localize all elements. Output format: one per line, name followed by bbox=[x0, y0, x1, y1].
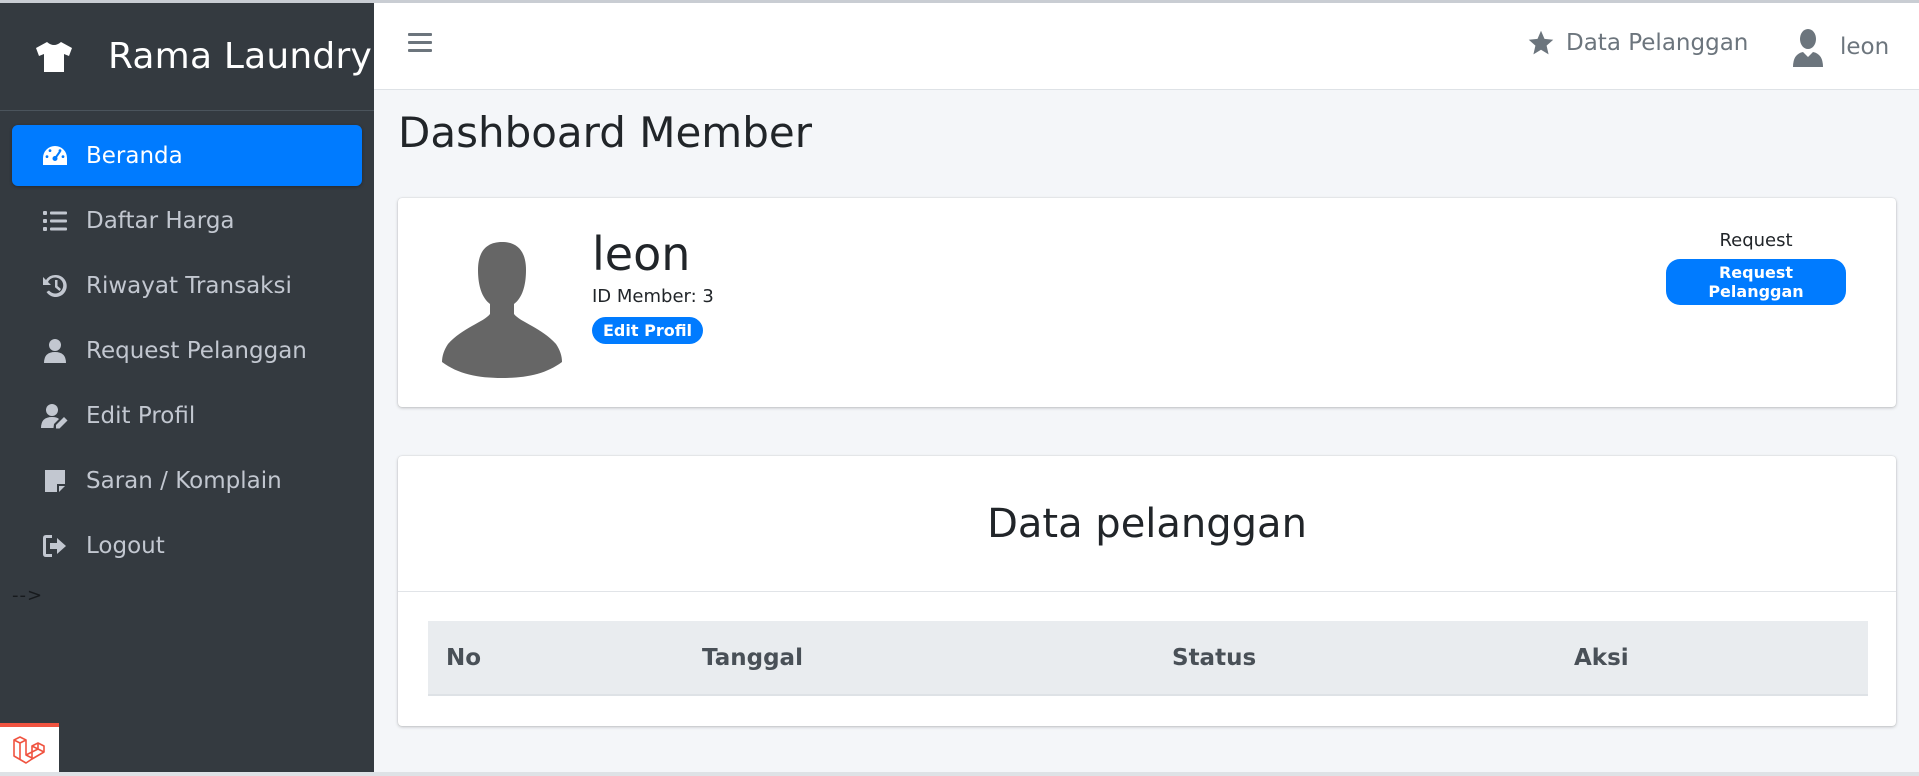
sidebar-item-daftar-harga[interactable]: Daftar Harga bbox=[12, 190, 362, 251]
history-icon bbox=[40, 272, 70, 300]
laravel-debugbar-button[interactable] bbox=[0, 723, 59, 773]
sidebar-item-label: Edit Profil bbox=[86, 402, 196, 429]
sidebar-item-request-pelanggan[interactable]: Request Pelanggan bbox=[12, 320, 362, 381]
column-header-tanggal[interactable]: Tanggal bbox=[684, 621, 1154, 695]
page-title: Dashboard Member bbox=[398, 108, 812, 157]
tshirt-icon bbox=[36, 41, 72, 72]
tachometer-icon bbox=[40, 142, 70, 170]
profile-info: leon ID Member: 3 Edit Profil bbox=[592, 228, 714, 344]
profile-card: leon ID Member: 3 Edit Profil Request Re… bbox=[398, 198, 1896, 407]
card-header: Data pelanggan bbox=[398, 456, 1896, 592]
star-icon bbox=[1528, 30, 1554, 55]
data-pelanggan-table: No Tanggal Status Aksi bbox=[428, 621, 1868, 696]
sidebar-item-riwayat-transaksi[interactable]: Riwayat Transaksi bbox=[12, 255, 362, 316]
sidebar-item-label: Logout bbox=[86, 532, 165, 559]
user-icon bbox=[40, 337, 70, 365]
request-label: Request bbox=[1719, 230, 1793, 251]
user-edit-icon bbox=[40, 402, 70, 430]
table-header-row: No Tanggal Status Aksi bbox=[428, 621, 1868, 695]
user-silhouette-icon bbox=[1793, 29, 1823, 67]
data-pelanggan-title: Data pelanggan bbox=[987, 500, 1307, 547]
sidebar-item-label: Beranda bbox=[86, 142, 183, 169]
data-pelanggan-link[interactable]: Data Pelanggan bbox=[1526, 29, 1748, 57]
request-pelanggan-button[interactable]: Request Pelanggan bbox=[1666, 259, 1846, 305]
list-icon bbox=[40, 207, 70, 235]
user-menu[interactable]: leon bbox=[1790, 27, 1889, 67]
sidebar: Rama Laundry Beranda Daftar Harga Riwaya… bbox=[0, 3, 374, 773]
member-id: ID Member: 3 bbox=[592, 286, 714, 307]
table-wrapper: No Tanggal Status Aksi bbox=[428, 621, 1868, 696]
column-header-status[interactable]: Status bbox=[1154, 621, 1556, 695]
window-top-border bbox=[0, 0, 1919, 3]
stray-comment-text: --> bbox=[12, 585, 44, 606]
profile-name: leon bbox=[592, 227, 691, 281]
sidebar-item-edit-profil[interactable]: Edit Profil bbox=[12, 385, 362, 446]
sign-out-icon bbox=[40, 532, 70, 560]
sidebar-item-label: Saran / Komplain bbox=[86, 467, 282, 494]
brand-name: Rama Laundry bbox=[108, 36, 372, 77]
sidebar-nav: Beranda Daftar Harga Riwayat Transaksi R… bbox=[0, 125, 374, 576]
request-block: Request Request Pelanggan bbox=[1666, 230, 1846, 305]
edit-profil-button[interactable]: Edit Profil bbox=[592, 317, 704, 344]
brand-link[interactable]: Rama Laundry bbox=[0, 3, 374, 111]
window-bottom-border bbox=[0, 772, 1919, 776]
laravel-icon bbox=[12, 736, 45, 764]
bars-icon[interactable] bbox=[408, 33, 432, 55]
sidebar-item-beranda[interactable]: Beranda bbox=[12, 125, 362, 186]
sidebar-item-label: Daftar Harga bbox=[86, 207, 235, 234]
avatar bbox=[442, 242, 562, 378]
sidebar-item-logout[interactable]: Logout bbox=[12, 515, 362, 576]
user-name: leon bbox=[1840, 34, 1890, 60]
sidebar-item-saran-komplain[interactable]: Saran / Komplain bbox=[12, 450, 362, 511]
data-pelanggan-card: Data pelanggan No Tanggal Status Aksi bbox=[398, 456, 1896, 726]
column-header-aksi[interactable]: Aksi bbox=[1556, 621, 1868, 695]
top-navbar: Data Pelanggan leon bbox=[374, 3, 1919, 90]
sidebar-item-label: Riwayat Transaksi bbox=[86, 272, 292, 299]
data-pelanggan-label: Data Pelanggan bbox=[1566, 30, 1749, 56]
column-header-no[interactable]: No bbox=[428, 621, 684, 695]
sticky-note-icon bbox=[40, 467, 70, 495]
sidebar-item-label: Request Pelanggan bbox=[86, 337, 307, 364]
